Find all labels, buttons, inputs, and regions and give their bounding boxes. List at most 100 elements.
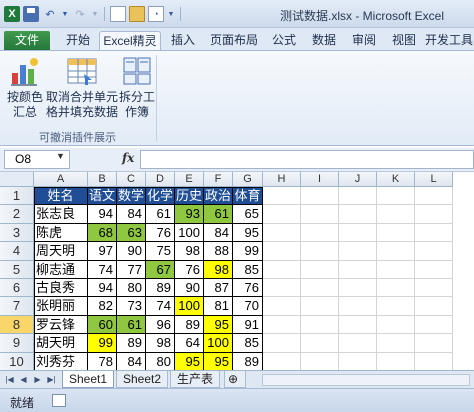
- score-cell[interactable]: 64: [175, 334, 204, 353]
- empty-cell[interactable]: [415, 334, 453, 353]
- empty-cell[interactable]: [377, 334, 415, 353]
- empty-cell[interactable]: [377, 352, 415, 370]
- name-cell[interactable]: 胡天明: [34, 334, 88, 353]
- empty-cell[interactable]: [339, 315, 377, 335]
- name-cell[interactable]: 柳志通: [34, 260, 88, 279]
- empty-cell[interactable]: [339, 352, 377, 370]
- score-cell[interactable]: 82: [88, 297, 117, 316]
- empty-cell[interactable]: [301, 279, 339, 298]
- score-cell[interactable]: 65: [233, 205, 263, 224]
- column-header-l[interactable]: L: [415, 172, 453, 187]
- empty-cell[interactable]: [377, 260, 415, 279]
- score-cell[interactable]: 80: [146, 352, 175, 370]
- row-header-9[interactable]: 9: [0, 334, 34, 353]
- score-cell[interactable]: 89: [175, 315, 204, 335]
- name-cell[interactable]: 张志良: [34, 205, 88, 224]
- sheet-tab-sheet2[interactable]: Sheet2: [116, 371, 169, 388]
- row-header-10[interactable]: 10: [0, 352, 34, 370]
- score-cell[interactable]: 100: [175, 297, 204, 316]
- score-cell[interactable]: 80: [117, 279, 146, 298]
- insert-sheet-icon[interactable]: ⊕: [224, 371, 246, 388]
- score-cell[interactable]: 76: [233, 279, 263, 298]
- score-cell[interactable]: 93: [175, 205, 204, 224]
- tab-page-layout[interactable]: 页面布局: [206, 31, 262, 50]
- table-header-cell[interactable]: 体育: [233, 187, 263, 206]
- save-icon[interactable]: [23, 6, 39, 22]
- score-cell[interactable]: 74: [146, 297, 175, 316]
- excel-app-icon[interactable]: X: [4, 6, 20, 22]
- tab-view[interactable]: 视图: [386, 31, 422, 50]
- empty-cell[interactable]: [415, 260, 453, 279]
- column-header-e[interactable]: E: [175, 172, 204, 187]
- score-cell[interactable]: 85: [233, 334, 263, 353]
- undo-icon[interactable]: ↶: [42, 6, 58, 22]
- new-document-icon[interactable]: [110, 6, 126, 22]
- customize-dropdown-icon[interactable]: ▼: [167, 6, 175, 22]
- sheet-tab-sheet1[interactable]: Sheet1: [62, 371, 115, 388]
- score-cell[interactable]: 98: [175, 242, 204, 261]
- tab-formulas[interactable]: 公式: [266, 31, 302, 50]
- empty-cell[interactable]: [263, 297, 301, 316]
- score-cell[interactable]: 88: [204, 242, 233, 261]
- score-cell[interactable]: 95: [204, 315, 233, 335]
- score-cell[interactable]: 100: [175, 223, 204, 243]
- insert-function-icon[interactable]: fx: [122, 151, 134, 165]
- redo-dropdown-icon[interactable]: ▼: [91, 6, 99, 22]
- empty-cell[interactable]: [377, 187, 415, 206]
- score-cell[interactable]: 99: [233, 242, 263, 261]
- score-cell[interactable]: 98: [146, 334, 175, 353]
- empty-cell[interactable]: [263, 334, 301, 353]
- tab-developer[interactable]: 开发工具: [424, 31, 474, 50]
- empty-cell[interactable]: [339, 260, 377, 279]
- score-cell[interactable]: 96: [146, 315, 175, 335]
- score-cell[interactable]: 94: [88, 279, 117, 298]
- empty-cell[interactable]: [263, 205, 301, 224]
- score-cell[interactable]: 61: [204, 205, 233, 224]
- macro-record-icon[interactable]: [52, 394, 66, 407]
- score-cell[interactable]: 61: [146, 205, 175, 224]
- redo-icon[interactable]: ↷: [72, 6, 88, 22]
- score-cell[interactable]: 60: [88, 315, 117, 335]
- empty-cell[interactable]: [415, 315, 453, 335]
- table-header-cell[interactable]: 数学: [117, 187, 146, 206]
- score-cell[interactable]: 91: [233, 315, 263, 335]
- last-sheet-icon[interactable]: ▶|: [46, 374, 57, 385]
- spreadsheet-grid[interactable]: ABCDEFGHIJKL1234567891011姓名语文数学化学历史政治体育张…: [0, 172, 474, 370]
- score-cell[interactable]: 95: [175, 352, 204, 370]
- score-cell[interactable]: 70: [233, 297, 263, 316]
- empty-cell[interactable]: [263, 223, 301, 243]
- score-cell[interactable]: 90: [117, 242, 146, 261]
- undo-dropdown-icon[interactable]: ▼: [61, 6, 69, 22]
- tab-insert[interactable]: 插入: [164, 31, 202, 50]
- column-header-h[interactable]: H: [263, 172, 301, 187]
- empty-cell[interactable]: [415, 279, 453, 298]
- empty-cell[interactable]: [301, 260, 339, 279]
- empty-cell[interactable]: [415, 187, 453, 206]
- empty-cell[interactable]: [339, 334, 377, 353]
- empty-cell[interactable]: [301, 205, 339, 224]
- row-header-3[interactable]: 3: [0, 223, 34, 243]
- table-header-cell[interactable]: 化学: [146, 187, 175, 206]
- formula-input[interactable]: [140, 150, 474, 169]
- empty-cell[interactable]: [301, 334, 339, 353]
- empty-cell[interactable]: [301, 297, 339, 316]
- empty-cell[interactable]: [377, 223, 415, 243]
- table-header-cell[interactable]: 姓名: [34, 187, 88, 206]
- select-all-corner[interactable]: [0, 172, 34, 187]
- empty-cell[interactable]: [415, 205, 453, 224]
- name-cell[interactable]: 张明丽: [34, 297, 88, 316]
- row-header-8[interactable]: 8: [0, 315, 34, 335]
- column-header-g[interactable]: G: [233, 172, 263, 187]
- score-cell[interactable]: 94: [88, 205, 117, 224]
- empty-cell[interactable]: [301, 223, 339, 243]
- empty-cell[interactable]: [263, 242, 301, 261]
- column-header-i[interactable]: I: [301, 172, 339, 187]
- score-cell[interactable]: 63: [117, 223, 146, 243]
- tab-excel-jingling[interactable]: Excel精灵: [99, 31, 161, 50]
- empty-cell[interactable]: [415, 297, 453, 316]
- score-cell[interactable]: 77: [117, 260, 146, 279]
- empty-cell[interactable]: [339, 242, 377, 261]
- empty-cell[interactable]: [377, 279, 415, 298]
- unmerge-fill-button[interactable]: 取消合并单元 格并填充数据: [46, 55, 118, 120]
- score-cell[interactable]: 61: [117, 315, 146, 335]
